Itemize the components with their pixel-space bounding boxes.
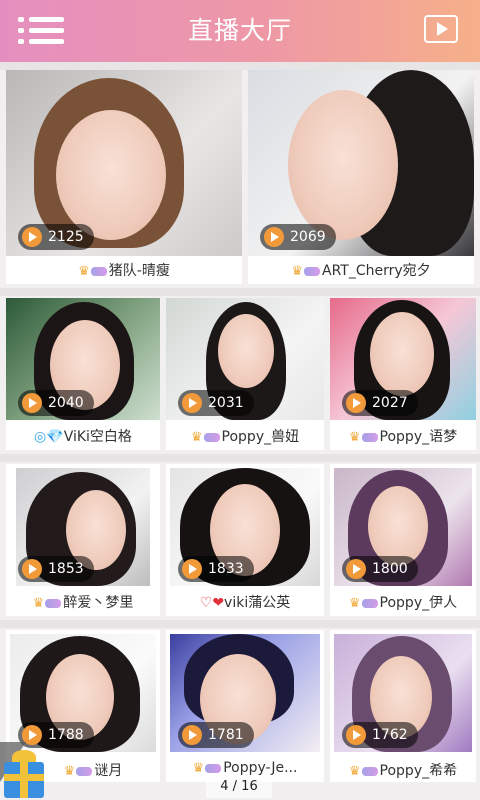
stream-card[interactable]: 2125 ♛ 猪队-晴瘦 [6, 70, 242, 284]
stream-card[interactable]: 2031 ♛ Poppy_兽妞 [166, 298, 324, 450]
divider [0, 620, 480, 628]
level-icon [203, 432, 220, 442]
play-icon [264, 227, 284, 247]
divider [0, 288, 480, 296]
viewer-count-badge: 1853 [18, 556, 94, 582]
page-indicator: 4 / 16 [206, 776, 272, 798]
stream-card[interactable]: 2040 ◎💎ViKi空白格 [6, 298, 160, 450]
viewer-count: 1800 [372, 561, 408, 577]
heart-icon: ♡❤ [199, 595, 225, 611]
stream-card[interactable]: 2027 ♛ Poppy_语梦 [330, 298, 476, 450]
crown-icon: ♛ [348, 430, 361, 445]
crown-icon: ♛ [348, 764, 361, 779]
stream-card[interactable]: 1853 ♛ 醉爱丶梦里 [6, 464, 160, 616]
level-icon [361, 598, 378, 608]
play-icon [22, 227, 42, 247]
streamer-name-text: Poppy_语梦 [379, 429, 458, 445]
level-icon [361, 766, 378, 776]
viewer-count: 1788 [48, 727, 84, 743]
viewer-count-badge: 1762 [342, 722, 418, 748]
streamer-name: ♛ 猪队-晴瘦 [6, 260, 242, 280]
streamer-name-text: 猪队-晴瘦 [108, 263, 170, 279]
stream-card[interactable]: 1762 ♛ Poppy_希希 [330, 630, 476, 782]
crown-icon: ♛ [192, 761, 205, 776]
crown-icon: ♛ [63, 764, 76, 779]
viewer-count: 1762 [372, 727, 408, 743]
streamer-name: ♛ Poppy_伊人 [330, 592, 476, 612]
stream-card[interactable]: 1800 ♛ Poppy_伊人 [330, 464, 476, 616]
play-icon [182, 725, 202, 745]
crown-icon: ♛ [348, 596, 361, 611]
viewer-count-badge: 1833 [178, 556, 254, 582]
stream-card[interactable]: 1833 ♡❤viki蒲公英 [166, 464, 324, 616]
stream-card[interactable]: 1781 ♛ Poppy-Je... [166, 630, 324, 782]
viewer-count: 2125 [48, 229, 84, 245]
level-icon [76, 766, 93, 776]
viewer-count-badge: 2031 [178, 390, 254, 416]
streamer-name: ♛ ART_Cherry宛夕 [248, 260, 474, 280]
stream-card[interactable]: 2069 ♛ ART_Cherry宛夕 [248, 70, 474, 284]
viewer-count-badge: 2069 [260, 224, 336, 250]
level-icon [304, 266, 320, 276]
streamer-name-text: ART_Cherry宛夕 [322, 263, 431, 279]
streamer-name: ♛ Poppy_兽妞 [166, 426, 324, 446]
crown-icon: ♛ [291, 264, 303, 279]
streamer-name-text: Poppy_兽妞 [221, 429, 300, 445]
streamer-name: ♡❤viki蒲公英 [166, 592, 324, 612]
viewer-count-badge: 1800 [342, 556, 418, 582]
viewer-count: 1853 [48, 561, 84, 577]
streamer-name-text: 谜月 [94, 763, 123, 779]
level-icon [90, 266, 107, 276]
streamer-name-text: Poppy_希希 [379, 763, 458, 779]
page-title: 直播大厅 [187, 16, 292, 45]
viewer-count: 2031 [208, 395, 244, 411]
viewer-count-badge: 2027 [342, 390, 418, 416]
video-play-icon[interactable] [424, 15, 458, 43]
play-icon [22, 393, 42, 413]
level-icon [45, 598, 62, 608]
viewer-count: 2040 [48, 395, 84, 411]
play-icon [346, 725, 366, 745]
viewer-count-badge: 2125 [18, 224, 94, 250]
viewer-count-badge: 1781 [178, 722, 254, 748]
streamer-name-text: 醉爱丶梦里 [63, 595, 134, 611]
viewer-count: 2027 [372, 395, 408, 411]
crown-icon: ♛ [190, 430, 203, 445]
crown-icon: ♛ [78, 264, 90, 279]
divider [0, 62, 480, 70]
streamer-name: ♛ 醉爱丶梦里 [6, 592, 160, 612]
level-icon [205, 763, 222, 773]
streamer-name-text: Poppy_伊人 [379, 595, 458, 611]
streamer-name: ◎💎ViKi空白格 [6, 426, 160, 446]
level-icon [361, 432, 378, 442]
play-icon [346, 393, 366, 413]
play-icon [346, 559, 366, 579]
streamer-name-text: Poppy-Je... [223, 760, 298, 776]
streamer-name-text: ViKi空白格 [63, 429, 132, 445]
streamer-name: ♛ Poppy_语梦 [330, 426, 476, 446]
play-icon [182, 559, 202, 579]
diamond-icon: ◎💎 [34, 429, 64, 445]
streamer-name-text: viki蒲公英 [224, 595, 291, 611]
streamer-name: ♛ Poppy_希希 [330, 760, 476, 780]
play-icon [182, 393, 202, 413]
viewer-count: 1781 [208, 727, 244, 743]
viewer-count: 1833 [208, 561, 244, 577]
streamer-name: ♛ Poppy-Je... [166, 760, 324, 776]
crown-icon: ♛ [32, 596, 45, 611]
viewer-count-badge: 2040 [18, 390, 94, 416]
gift-box-icon[interactable] [0, 742, 48, 800]
divider [0, 454, 480, 462]
play-icon [22, 559, 42, 579]
viewer-count: 2069 [290, 229, 326, 245]
top-bar: 直播大厅 [0, 0, 480, 62]
